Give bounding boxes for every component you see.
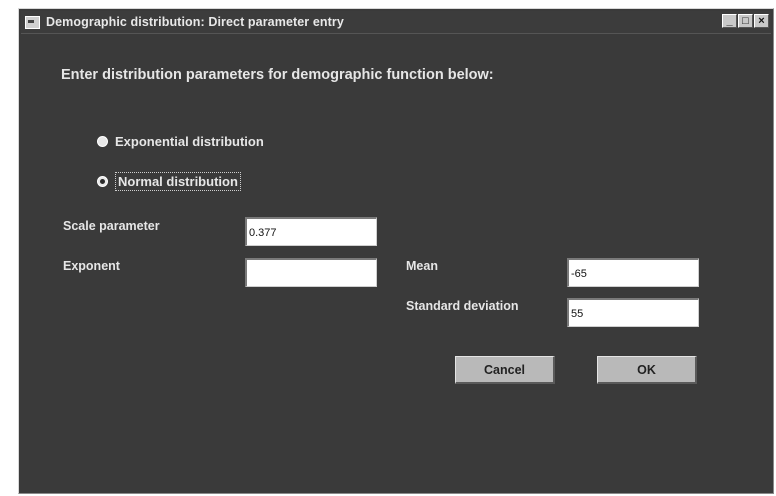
minimize-button[interactable]: _ xyxy=(722,14,737,28)
maximize-button[interactable]: □ xyxy=(738,14,753,28)
window-title: Demographic distribution: Direct paramet… xyxy=(46,15,344,29)
radio-label: Exponential distribution xyxy=(115,134,264,149)
instructions-text: Enter distribution parameters for demogr… xyxy=(61,67,494,83)
standard-deviation-label: Standard deviation xyxy=(406,299,519,313)
radio-exponential-distribution[interactable]: Exponential distribution xyxy=(97,134,264,149)
radio-button-checked-icon[interactable] xyxy=(97,176,108,187)
radio-label: Normal distribution xyxy=(115,172,241,191)
standard-deviation-input[interactable] xyxy=(567,298,699,327)
radio-button-icon[interactable] xyxy=(97,136,108,147)
mean-label: Mean xyxy=(406,259,438,273)
scale-parameter-input[interactable] xyxy=(245,217,377,246)
mean-input[interactable] xyxy=(567,258,699,287)
scale-parameter-label: Scale parameter xyxy=(63,219,160,233)
title-bar[interactable]: Demographic distribution: Direct paramet… xyxy=(21,11,771,34)
ok-button[interactable]: OK xyxy=(597,356,697,384)
exponent-input[interactable] xyxy=(245,258,377,287)
window-icon[interactable] xyxy=(25,15,40,29)
cancel-button[interactable]: Cancel xyxy=(455,356,555,384)
window-controls: _ □ × xyxy=(722,14,769,28)
close-button[interactable]: × xyxy=(754,14,769,28)
exponent-label: Exponent xyxy=(63,259,120,273)
radio-normal-distribution[interactable]: Normal distribution xyxy=(97,172,241,191)
dialog-window: Demographic distribution: Direct paramet… xyxy=(18,8,774,494)
